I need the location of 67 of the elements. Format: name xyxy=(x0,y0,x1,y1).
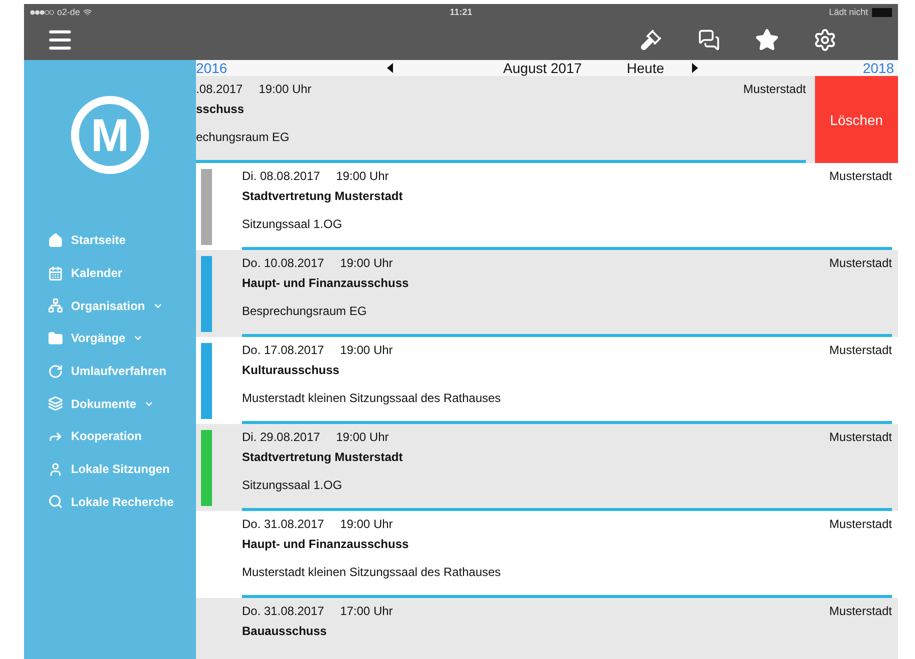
menu-item[interactable]: Umlaufverfahren xyxy=(24,354,196,388)
meeting-date: Do. 10.08.2017 xyxy=(242,256,324,270)
meeting-location: Sitzungssaal 1.OG xyxy=(242,478,344,492)
meeting-city: Musterstadt xyxy=(829,430,892,444)
meeting-location: Besprechungsraum EG xyxy=(242,304,368,318)
clock-time: 11:21 xyxy=(450,7,472,17)
meeting-row[interactable]: Do. 31.08.2017 17:00 Uhr Musterstadt Bauausschuss xyxy=(196,598,898,659)
home-icon xyxy=(48,232,63,248)
meeting-time: 19:00 Uhr xyxy=(336,169,389,183)
meeting-title: Haupt- und Finanzausschuss xyxy=(242,276,410,292)
meeting-title: Stadtvertretung Musterstadt xyxy=(242,189,404,205)
meeting-time: 19:00 Uhr xyxy=(340,517,393,531)
meeting-city: Musterstadt xyxy=(829,343,892,357)
calendar-icon xyxy=(48,266,63,281)
meeting-date: Do. 31.08.2017 xyxy=(242,604,324,618)
meeting-city: Musterstadt xyxy=(829,604,892,618)
menu-item[interactable]: Lokale Recherche xyxy=(24,486,196,518)
meeting-row[interactable]: Di. 29.08.2017 19:00 Uhr Musterstadt Stadtvertretung Musterstadt Sitzungssaal 1.OG xyxy=(196,424,898,511)
meeting-row[interactable]: Do. 10.08.2017 19:00 Uhr Musterstadt Haupt- und Finanzausschuss Besprechungsraum EG xyxy=(196,250,898,337)
meeting-location: Sitzungssaal 1.OG xyxy=(242,217,344,231)
meeting-title: Kulturausschuss xyxy=(242,363,340,379)
next-year-link[interactable]: 2018 xyxy=(862,60,894,76)
previous-year-link[interactable]: 2016 xyxy=(196,60,228,76)
user-icon xyxy=(48,462,63,477)
menu-item[interactable]: Startseite xyxy=(24,224,196,257)
meeting-city: Musterstadt xyxy=(829,517,892,531)
meeting-title: sschuss xyxy=(196,102,246,118)
signal-icon xyxy=(30,10,54,14)
delete-button[interactable]: Löschen xyxy=(815,76,898,163)
meeting-time: 19:00 Uhr xyxy=(258,82,312,96)
today-button[interactable]: Heute xyxy=(626,60,664,76)
charging-status: Lädt nicht xyxy=(828,7,868,17)
meeting-location: Musterstadt kleinen Sitzungssaal des Rathauses xyxy=(242,391,502,405)
meeting-time: 19:00 Uhr xyxy=(340,256,393,270)
wifi-icon xyxy=(83,8,92,16)
month-title: August 2017 xyxy=(503,60,582,76)
meeting-time: 19:00 Uhr xyxy=(340,343,393,357)
meeting-city: Musterstadt xyxy=(829,256,892,270)
layers-icon xyxy=(48,396,63,412)
meeting-date: Di. 08.08.2017 xyxy=(242,169,320,183)
meeting-date: Di. 29.08.2017 xyxy=(242,430,320,444)
menu-item[interactable]: Kooperation xyxy=(24,420,196,453)
meeting-title: Stadtvertretung Musterstadt xyxy=(242,450,404,466)
menu-item[interactable]: Organisation xyxy=(24,289,196,322)
network-icon xyxy=(48,298,63,314)
meeting-title: Haupt- und Finanzausschuss xyxy=(242,537,410,553)
logo: M xyxy=(71,96,149,174)
meeting-time: 19:00 Uhr xyxy=(336,430,389,444)
menu-item[interactable]: Lokale Sitzungen xyxy=(24,452,196,486)
menu-item[interactable]: Vorgänge xyxy=(24,322,196,355)
menu-item[interactable]: Kalender xyxy=(24,256,196,290)
meeting-location: Musterstadt kleinen Sitzungssaal des Rathauses xyxy=(242,565,502,579)
carrier-name: o2-de xyxy=(57,7,80,17)
meeting-city: Musterstadt xyxy=(743,82,806,96)
meeting-date: .08.2017 xyxy=(196,82,243,96)
refresh-icon xyxy=(48,364,63,379)
meeting-title: Bauausschuss xyxy=(242,624,328,640)
meeting-date: Do. 31.08.2017 xyxy=(242,517,324,531)
meeting-row[interactable]: .08.2017 19:00 Uhr Musterstadt sschuss echungsraum EG Löschen xyxy=(196,76,898,163)
meeting-city: Musterstadt xyxy=(829,169,892,183)
meeting-date: Do. 17.08.2017 xyxy=(242,343,324,357)
menu-item[interactable]: Dokumente xyxy=(24,387,196,420)
meeting-time: 17:00 Uhr xyxy=(340,604,393,618)
meeting-location: echungsraum EG xyxy=(196,130,290,144)
search-icon xyxy=(48,494,63,510)
folder-icon xyxy=(48,330,63,346)
battery-icon xyxy=(872,8,892,16)
